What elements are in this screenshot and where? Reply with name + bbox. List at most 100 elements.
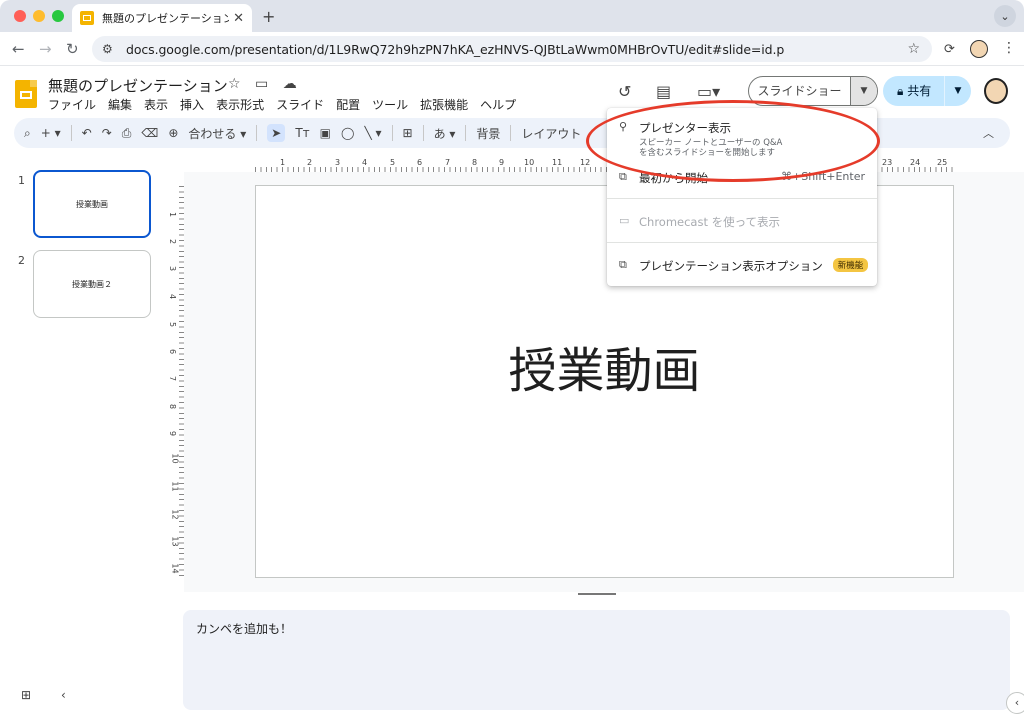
slides-favicon-icon — [80, 11, 94, 25]
text-box-icon[interactable]: Tт — [295, 126, 309, 140]
browser-menu-icon[interactable]: ⋮ — [1002, 40, 1016, 56]
menu-edit[interactable]: 編集 — [108, 96, 132, 113]
collapse-toolbar-icon[interactable]: ︿ — [983, 125, 994, 141]
avatar[interactable] — [984, 78, 1008, 104]
browser-tab[interactable]: 無題のプレゼンテーション - Goo ✕ — [72, 4, 252, 32]
new-feature-badge: 新機能 — [832, 258, 869, 272]
slide-thumbnail-1[interactable]: 授業動画 — [33, 170, 151, 238]
version-history-icon[interactable]: ↺ — [618, 82, 631, 101]
menu-view[interactable]: 表示 — [144, 96, 168, 113]
ruler-tick: 6 — [168, 348, 178, 355]
slideshow-dropdown-icon[interactable]: ▼ — [851, 77, 877, 105]
meet-camera-icon[interactable]: ▭▾ — [697, 82, 720, 101]
menu-tools[interactable]: ツール — [372, 96, 408, 113]
thumbnail-title: 授業動画２ — [72, 279, 112, 289]
address-bar: ← → ↻ ⚙ docs.google.com/presentation/d/1… — [0, 32, 1024, 66]
menu-file[interactable]: ファイル — [48, 96, 96, 113]
search-menus-icon[interactable]: ⌕ — [24, 126, 31, 141]
menu-help[interactable]: ヘルプ — [480, 96, 516, 113]
ruler-tick: 2 — [307, 158, 313, 167]
ruler-tick: 12 — [580, 158, 591, 167]
close-window-button[interactable] — [14, 10, 26, 22]
toolbar-divider — [465, 125, 467, 141]
slide-title-text[interactable]: 授業動画 — [256, 331, 953, 401]
vertical-ruler[interactable]: 1 2 3 4 5 6 7 8 9 10 11 12 13 14 — [168, 186, 184, 578]
menu-format[interactable]: 表示形式 — [216, 96, 264, 113]
menu-bar: ファイル 編集 表示 挿入 表示形式 スライド 配置 ツール 拡張機能 ヘルプ — [48, 96, 528, 113]
presentation-options-icon: ⧉ — [619, 258, 627, 271]
slides-logo[interactable] — [15, 80, 37, 108]
side-panel-toggle-icon[interactable]: ‹ — [1006, 692, 1024, 714]
toolbar-divider — [70, 125, 72, 141]
grid-view-icon[interactable]: ⊞ — [21, 688, 31, 702]
ruler-tick: 1 — [280, 158, 286, 167]
layout-button[interactable]: レイアウト — [521, 125, 581, 142]
start-from-beginning-icon: ⧉ — [619, 170, 627, 183]
ruler-tick: 24 — [910, 158, 921, 167]
comments-icon[interactable]: ▤ — [656, 82, 671, 101]
site-settings-icon[interactable]: ⚙ — [102, 42, 120, 56]
minimize-window-button[interactable] — [33, 10, 45, 22]
ruler-tick: 9 — [499, 158, 505, 167]
new-slide-icon[interactable]: + ▾ — [41, 126, 61, 140]
menu-divider — [607, 198, 877, 199]
speaker-notes-text[interactable]: カンペを追加も！ — [196, 622, 292, 636]
comment-add-icon[interactable]: ⊞ — [403, 126, 413, 140]
maximize-window-button[interactable] — [52, 10, 64, 22]
ruler-tick: 5 — [390, 158, 396, 167]
shape-icon[interactable]: ◯ — [341, 126, 354, 140]
url-text[interactable]: docs.google.com/presentation/d/1L9RwQ72h… — [126, 42, 784, 57]
tab-search-button[interactable]: ⌄ — [994, 5, 1016, 27]
background-button[interactable]: 背景 — [476, 125, 500, 142]
line-icon[interactable]: ╲ ▾ — [364, 126, 381, 140]
speaker-notes[interactable]: カンペを追加も！ — [183, 610, 1010, 710]
menu-arrange[interactable]: 配置 — [336, 96, 360, 113]
extension-icon[interactable]: ⟳ — [944, 42, 955, 57]
menu-extensions[interactable]: 拡張機能 — [420, 96, 468, 113]
menu-insert[interactable]: 挿入 — [180, 96, 204, 113]
select-cursor-icon[interactable]: ➤ — [267, 124, 286, 142]
document-title[interactable]: 無題のプレゼンテーション — [48, 75, 228, 96]
ruler-tick: 8 — [168, 403, 178, 410]
tab-close-icon[interactable]: ✕ — [233, 11, 244, 26]
cast-icon: ▭ — [619, 214, 630, 227]
star-icon[interactable]: ☆ — [228, 76, 241, 92]
back-arrow-icon[interactable]: ← — [12, 40, 25, 58]
print-icon[interactable]: ⎙ — [122, 126, 132, 141]
cloud-saved-icon[interactable]: ☁ — [283, 76, 297, 92]
share-button-group: 🔒︎ 共有 ▼ — [883, 76, 971, 106]
zoom-icon[interactable]: ⊕ — [168, 126, 178, 140]
thumbnail-title: 授業動画 — [76, 199, 108, 209]
reload-icon[interactable]: ↻ — [66, 40, 79, 58]
zoom-select[interactable]: 合わせる ▾ — [188, 125, 246, 142]
notes-resize-handle[interactable] — [578, 593, 616, 595]
ruler-tick: 3 — [168, 265, 178, 272]
ruler-tick: 1 — [168, 211, 178, 218]
bookmark-star-icon[interactable]: ☆ — [907, 41, 920, 57]
new-tab-button[interactable]: + — [262, 7, 275, 26]
hide-filmstrip-icon[interactable]: ‹ — [61, 688, 66, 702]
undo-icon[interactable]: ↶ — [82, 126, 92, 140]
share-button[interactable]: 🔒︎ 共有 — [883, 76, 945, 106]
browser-window: 無題のプレゼンテーション - Goo ✕ + ⌄ ← → ↻ ⚙ docs.go… — [0, 0, 1024, 723]
title-icons: ☆ ▭ ☁ — [228, 76, 307, 92]
ruler-tick: 7 — [168, 375, 178, 382]
input-tools-icon[interactable]: あ ▾ — [434, 125, 456, 142]
chromecast-label: Chromecast を使って表示 — [639, 215, 781, 229]
redo-icon[interactable]: ↷ — [102, 126, 112, 140]
move-folder-icon[interactable]: ▭ — [255, 76, 268, 92]
browser-profile-avatar[interactable] — [970, 40, 988, 58]
forward-arrow-icon[interactable]: → — [39, 40, 52, 58]
annotation-highlight-circle — [586, 100, 880, 182]
slide-thumbnail-2[interactable]: 授業動画２ — [33, 250, 151, 318]
image-icon[interactable]: ▣ — [320, 126, 331, 140]
ruler-tick: 11 — [552, 158, 563, 167]
menu-slide[interactable]: スライド — [276, 96, 324, 113]
ruler-tick: 7 — [445, 158, 451, 167]
share-dropdown-icon[interactable]: ▼ — [945, 86, 971, 96]
menu-item-chromecast[interactable]: ▭ Chromecast を使って表示 — [607, 214, 877, 230]
omnibox[interactable]: ⚙ docs.google.com/presentation/d/1L9RwQ7… — [92, 36, 932, 62]
slide-number: 1 — [18, 174, 25, 187]
menu-item-presentation-options[interactable]: ⧉ プレゼンテーション表示オプション 新機能 — [607, 258, 877, 274]
paint-format-icon[interactable]: ⌫ — [141, 126, 158, 140]
